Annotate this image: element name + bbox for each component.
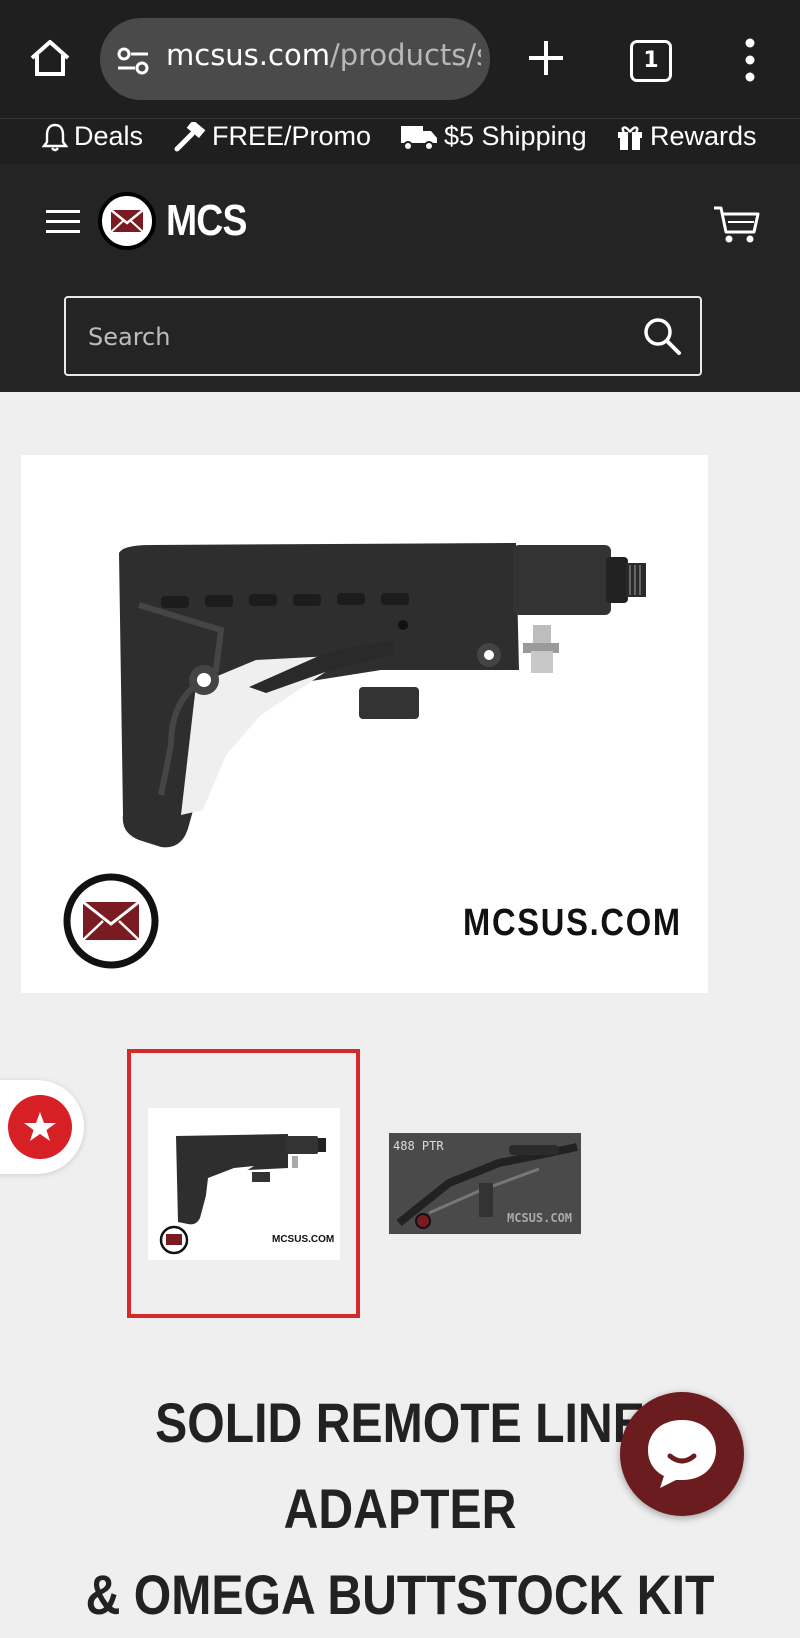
promo-shipping-label: $5 Shipping: [444, 121, 587, 151]
promo-free-label: FREE/Promo: [212, 121, 372, 151]
thumbnail-2-label: 488 PTR: [393, 1139, 444, 1153]
thumbnail-1-image: MCSUS.COM: [148, 1108, 340, 1260]
url-text: mcsus.com/products/s: [166, 38, 481, 72]
search-input[interactable]: [86, 318, 630, 356]
gift-icon: [618, 125, 642, 150]
bell-icon: [42, 123, 68, 151]
thumbnail-1-watermark: MCSUS.COM: [272, 1234, 335, 1245]
truck-icon: [401, 125, 437, 151]
promo-deals[interactable]: Deals: [42, 121, 143, 152]
tabs-icon[interactable]: 1: [630, 40, 672, 82]
thumbnail-2[interactable]: 488 PTR MCSUS.COM: [389, 1133, 581, 1234]
promo-shipping[interactable]: $5 Shipping: [400, 121, 587, 152]
cart-icon[interactable]: [712, 204, 760, 244]
envelope-logo-icon: [110, 209, 144, 233]
promo-rewards-label: Rewards: [650, 121, 757, 151]
browser-toolbar: mcsus.com/products/s 1: [0, 0, 800, 118]
chat-launcher[interactable]: [620, 1392, 744, 1516]
new-tab-icon[interactable]: [526, 38, 566, 78]
promo-deals-label: Deals: [74, 121, 144, 151]
site-header: MCS: [0, 164, 800, 392]
thumbnail-2-watermark: MCSUS.COM: [507, 1211, 573, 1225]
chat-bubble-icon: [648, 1420, 716, 1488]
search-icon[interactable]: [642, 316, 682, 356]
promo-rewards[interactable]: Rewards: [616, 121, 757, 152]
site-info-icon[interactable]: [116, 44, 150, 78]
star-icon: [24, 1112, 56, 1141]
rewards-button[interactable]: [8, 1095, 72, 1159]
product-title-line-2: & OMEGA BUTTSTOCK KIT: [85, 1563, 715, 1626]
hamburger-menu-icon[interactable]: [46, 208, 80, 236]
hammer-icon: [174, 121, 206, 151]
product-main-image[interactable]: MCSUS.COM: [21, 455, 708, 993]
address-bar[interactable]: mcsus.com/products/s: [100, 18, 490, 100]
home-icon[interactable]: [28, 38, 72, 78]
site-logo[interactable]: [98, 192, 156, 250]
image-watermark: MCSUS.COM: [463, 902, 682, 944]
more-vert-icon[interactable]: [744, 38, 756, 82]
search-box: [64, 296, 702, 376]
thumbnail-1-selected[interactable]: MCSUS.COM: [127, 1049, 360, 1318]
promo-bar: Deals FREE/Promo $5 Shipping Rewards: [0, 118, 800, 165]
logo-text[interactable]: MCS: [166, 196, 247, 246]
rewards-launcher[interactable]: [0, 1080, 84, 1174]
promo-free[interactable]: FREE/Promo: [174, 121, 371, 152]
